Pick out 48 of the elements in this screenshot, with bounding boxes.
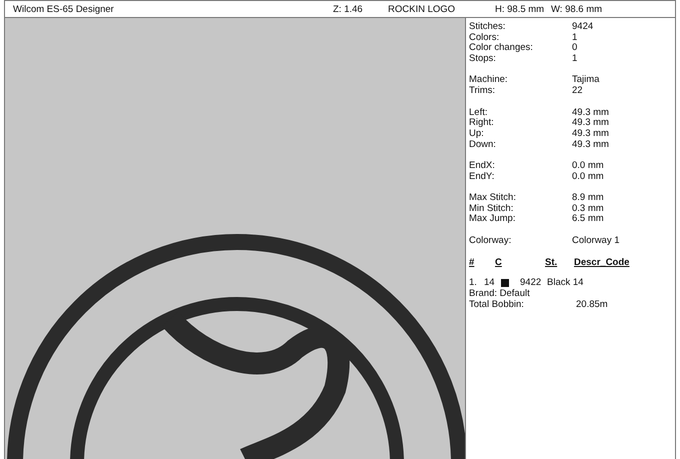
stat-label: Stops:: [469, 54, 497, 65]
column-header: St.: [545, 257, 558, 270]
stat-value: Colorway 1: [572, 236, 620, 246]
stat-value: 6.5 mm: [572, 214, 604, 226]
column-header: C: [495, 257, 503, 270]
stat-label: Colors:: [469, 32, 500, 43]
stat-value: 49.3 mm: [572, 118, 609, 129]
stat-label: EndY:: [469, 172, 496, 182]
stat-label: Trims:: [469, 86, 496, 97]
stat-value: 22: [572, 86, 583, 97]
stat-label: Up:: [469, 128, 485, 140]
table-cell-text: 9422: [520, 278, 542, 289]
stat-label: EndX:: [469, 160, 496, 172]
stat-label: Max Stitch:: [469, 193, 517, 204]
design-width: W: 98.6 mm: [551, 4, 602, 14]
stat-label: Machine:: [469, 75, 509, 86]
stat-value: 1: [572, 54, 578, 65]
stat-value: 8.9 mm: [572, 193, 604, 204]
table-cell-text: 14: [484, 278, 496, 289]
zoom-level: Z: 1.46: [333, 4, 363, 14]
window-title: Wilcom ES-65 Designer: [13, 4, 114, 14]
stat-value: 49.3 mm: [572, 140, 609, 150]
stat-label: Stitches:: [469, 22, 506, 33]
stat-label: Down:: [469, 140, 497, 150]
stat-label: Min Stitch:: [469, 204, 514, 214]
stat-label: Max Jump:: [469, 214, 516, 226]
stat-value: 20.85m: [576, 300, 608, 310]
table-cell: Black 14: [547, 278, 584, 289]
stat-value: 49.3 mm: [572, 128, 609, 140]
stat-value: Tajima: [572, 75, 600, 86]
stat-value: 0.3 mm: [572, 204, 604, 214]
stat-label: Left:: [469, 108, 488, 118]
stat-label: Total Bobbin:: [469, 300, 525, 310]
stat-value: 0.0 mm: [572, 160, 604, 172]
stat-value: 49.3 mm: [572, 108, 609, 118]
table-cell-text: 1.: [469, 278, 478, 289]
stat-label: Color changes:: [469, 43, 534, 54]
column-header: Descr_Code: [574, 257, 630, 270]
stat-value: 1: [572, 32, 578, 43]
design-height: H: 98.5 mm: [495, 4, 544, 14]
stat-value: 0.0 mm: [572, 172, 604, 182]
stat-value: 9424: [572, 22, 594, 33]
column-header: #: [469, 257, 476, 270]
stat-label: Right:: [469, 118, 495, 129]
brand-label: Brand: Default: [469, 288, 531, 300]
stat-value: 0: [572, 43, 578, 54]
stat-label: Colorway:: [469, 236, 512, 246]
design-name: ROCKIN LOGO: [388, 4, 456, 14]
